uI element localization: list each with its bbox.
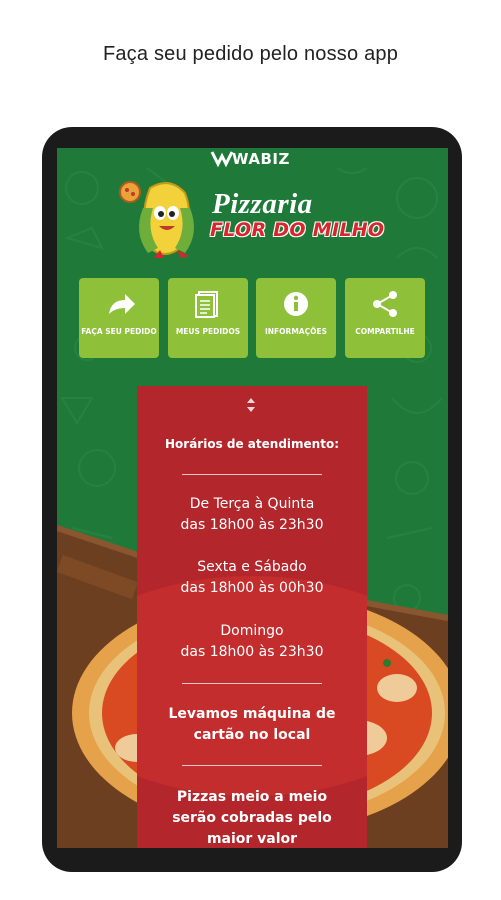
panel-overlay (137, 576, 367, 796)
sort-arrows-icon[interactable] (245, 396, 257, 414)
note-line: maior valor (206, 831, 298, 847)
schedule-hours: das 18h00 às 23h30 (180, 644, 324, 660)
divider (182, 683, 322, 684)
share-button-label: COMPARTILHE (355, 327, 415, 336)
info-icon (284, 292, 308, 316)
schedule-days: Domingo (220, 623, 284, 639)
promo-caption: Faça seu pedido pelo nosso app (102, 43, 399, 65)
schedule-days: De Terça à Quinta (189, 496, 315, 512)
note-line: Pizzas meio a meio (176, 789, 328, 805)
schedule-hours: das 18h00 às 23h30 (180, 517, 324, 533)
brand-name: WABIZ (232, 150, 290, 168)
my-orders-label: MEUS PEDIDOS (175, 327, 241, 336)
corn-mascot-logo (119, 181, 194, 258)
document-list-icon (195, 291, 218, 318)
logo-subtitle: FLOR DO MILHO (210, 219, 385, 241)
card-machine-note: Levamos máquina de cartão no local (137, 704, 367, 746)
schedule-block-1: De Terça à Quinta das 18h00 às 23h30 (137, 494, 367, 536)
schedule-days: Sexta e Sábado (197, 559, 307, 575)
hours-panel (137, 386, 367, 848)
info-button[interactable]: INFORMAÇÕES (256, 278, 336, 358)
note-line: cartão no local (193, 727, 311, 743)
half-half-note: Pizzas meio a meio serão cobradas pelo m… (137, 787, 367, 850)
logo-title: Pizzaria (212, 188, 313, 220)
share-icon (373, 291, 397, 317)
share-forward-icon (109, 294, 135, 314)
hours-heading: Horários de atendimento: (165, 437, 339, 451)
my-orders-button[interactable]: MEUS PEDIDOS (168, 278, 248, 358)
info-button-label: INFORMAÇÕES (264, 327, 327, 336)
divider (182, 474, 322, 475)
wabiz-logo-icon (210, 151, 234, 168)
schedule-hours: das 18h00 às 00h30 (180, 580, 324, 596)
order-button[interactable]: FAÇA SEU PEDIDO (79, 278, 159, 358)
schedule-block-3: Domingo das 18h00 às 23h30 (137, 621, 367, 663)
divider (182, 765, 322, 766)
schedule-block-2: Sexta e Sábado das 18h00 às 00h30 (137, 557, 367, 599)
note-line: serão cobradas pelo (172, 810, 332, 826)
order-button-label: FAÇA SEU PEDIDO (81, 327, 157, 336)
share-button[interactable]: COMPARTILHE (345, 278, 425, 358)
note-line: Levamos máquina de (168, 706, 336, 722)
